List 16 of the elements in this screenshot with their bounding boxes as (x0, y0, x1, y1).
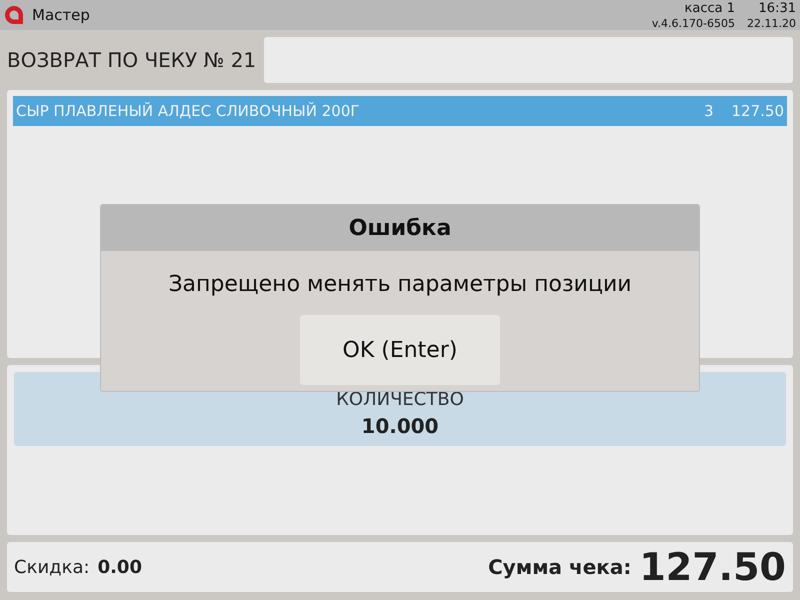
app-title: Мастер (32, 6, 91, 24)
total-value: 127.50 (639, 545, 786, 589)
page-title: ВОЗВРАТ ПО ЧЕКУ № 21 (7, 48, 256, 72)
dialog-title: Ошибка (348, 216, 452, 240)
version-label: v.4.6.170-6505 (652, 16, 736, 30)
quantity-label: КОЛИЧЕСТВО (336, 389, 464, 410)
error-message: Запрещено менять параметры позиции (168, 272, 632, 297)
register-label: касса 1 (684, 0, 736, 16)
logo-icon (4, 5, 24, 25)
total-label: Сумма чека: (488, 555, 632, 579)
ok-button[interactable]: OK (Enter) (300, 315, 500, 385)
date-label: 22.11.20 (747, 16, 796, 30)
quantity-value: 10.000 (361, 414, 439, 438)
discount-label: Скидка: (14, 556, 90, 578)
clock-time: 16:31 (758, 0, 796, 16)
discount-value: 0.00 (98, 556, 142, 578)
